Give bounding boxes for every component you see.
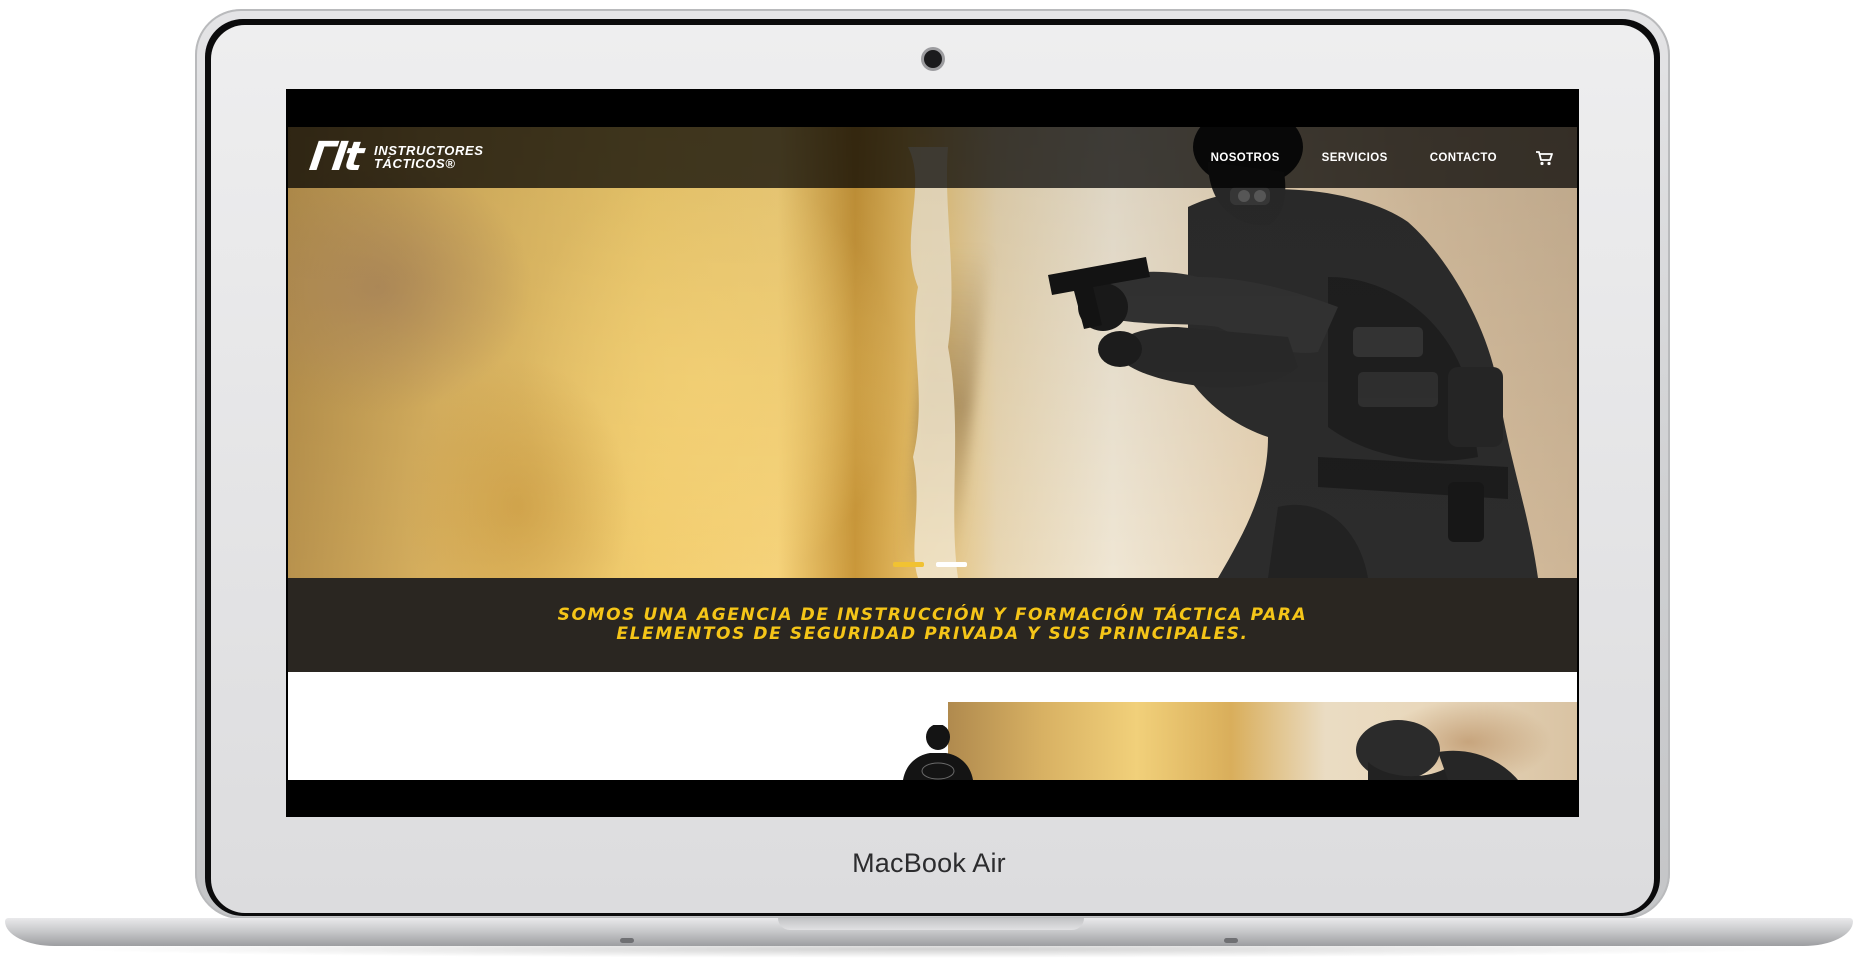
site-logo[interactable]: ΓIt INSTRUCTORES TÁCTICOS® [306, 134, 510, 183]
logo-mark: ΓIt [306, 134, 364, 180]
officer-helmet-image [1356, 720, 1518, 780]
hero-slider[interactable]: ΓIt INSTRUCTORES TÁCTICOS® NOSOTROS SERV… [288, 127, 1577, 578]
tagline-band: SOMOS UNA AGENCIA DE INSTRUCCIÓN Y FORMA… [288, 578, 1577, 672]
nav-item-nosotros[interactable]: NOSOTROS [1211, 152, 1280, 164]
site-header: ΓIt INSTRUCTORES TÁCTICOS® NOSOTROS SERV… [288, 127, 1577, 188]
tagline-line-2: ELEMENTOS DE SEGURIDAD PRIVADA Y SUS PRI… [616, 624, 1249, 644]
main-menu: NOSOTROS SERVICIOS CONTACTO [1169, 127, 1553, 188]
logo-wordmark: INSTRUCTORES TÁCTICOS® [374, 144, 484, 170]
hero-overlay [288, 127, 1577, 578]
slider-dot-2[interactable] [936, 562, 967, 567]
nav-item-contacto[interactable]: CONTACTO [1430, 152, 1497, 164]
lid-notch [778, 918, 1084, 930]
website: ΓIt INSTRUCTORES TÁCTICOS® NOSOTROS SERV… [288, 127, 1577, 780]
slider-dot-1[interactable] [893, 562, 924, 567]
slider-pagination [893, 562, 967, 567]
shopping-cart-icon[interactable] [1535, 150, 1553, 166]
webcam-icon [924, 50, 942, 68]
tagline-line-1: SOMOS UNA AGENCIA DE INSTRUCCIÓN Y FORMA… [557, 605, 1308, 625]
laptop-brand-label: MacBook Air [852, 848, 1006, 878]
laptop-foot-left [620, 938, 634, 943]
services-section [288, 702, 1577, 780]
logo-line-2: TÁCTICOS® [374, 156, 456, 171]
nav-item-servicios[interactable]: SERVICIOS [1322, 152, 1388, 164]
laptop-foot-right [1224, 938, 1238, 943]
shooting-target-icon [903, 725, 973, 780]
laptop-screen: ΓIt INSTRUCTORES TÁCTICOS® NOSOTROS SERV… [286, 89, 1579, 817]
